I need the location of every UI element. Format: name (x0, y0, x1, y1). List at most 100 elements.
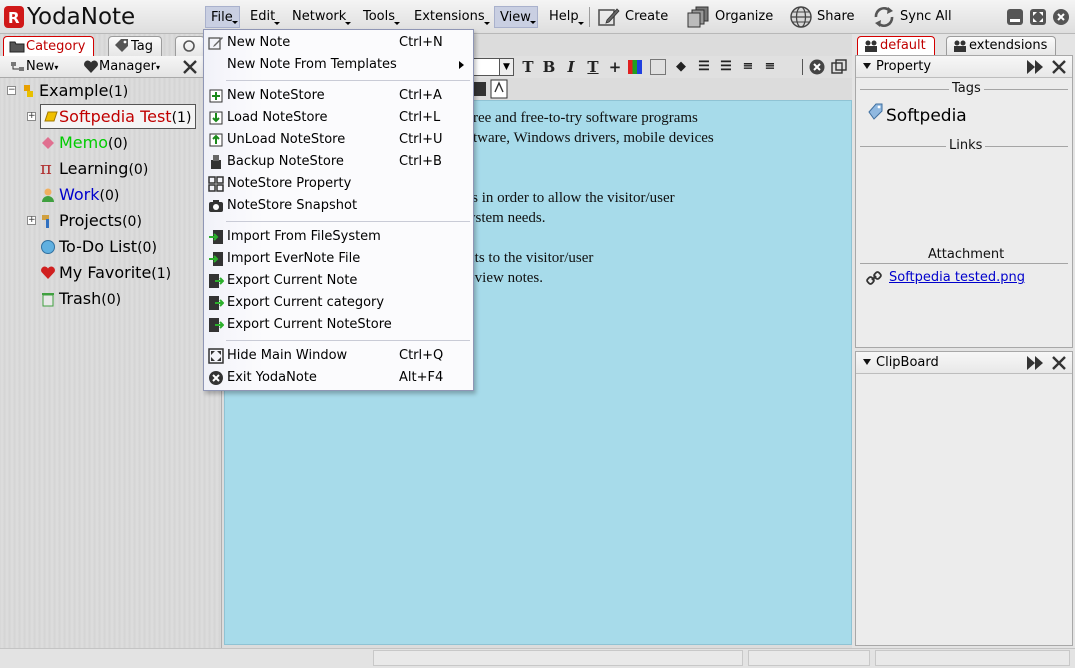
close-note-icon[interactable] (809, 59, 825, 75)
menu-item-new-notestore[interactable]: New NoteStore Ctrl+A (204, 85, 473, 107)
tree-item-projects[interactable]: Projects(0) (40, 208, 142, 234)
close-icon[interactable] (1053, 9, 1069, 25)
pdf-icon[interactable] (490, 79, 508, 99)
bold-icon[interactable]: B (540, 58, 558, 76)
font-size-select[interactable]: ▼ (472, 58, 514, 76)
folder-icon (9, 41, 25, 53)
bullet-list-icon[interactable]: ☰ (695, 58, 713, 76)
menu-file[interactable]: File (205, 6, 240, 28)
indent-icon[interactable]: ≡ (739, 58, 757, 76)
menu-item-label: Export Current Note (227, 273, 358, 288)
settings-tools-icon[interactable] (1051, 355, 1067, 371)
export-icon (209, 318, 224, 332)
tree-collapse-icon[interactable]: − (7, 86, 16, 95)
tab-search[interactable] (175, 36, 205, 56)
menu-item-export-current-category[interactable]: Export Current category (204, 292, 473, 314)
tree-item-learning[interactable]: π Learning(0) (40, 156, 148, 182)
menu-item-import-evernote-file[interactable]: Import EverNote File (204, 248, 473, 270)
menu-item-notestore-snapshot[interactable]: NoteStore Snapshot (204, 195, 473, 217)
share-button[interactable]: Share (789, 4, 855, 30)
maximize-icon[interactable] (1030, 9, 1046, 25)
create-button[interactable]: Create (597, 4, 668, 30)
menu-network[interactable]: Network (287, 6, 352, 28)
tree-item-my-favorite[interactable]: My Favorite(1) (40, 260, 171, 286)
new-category-button[interactable]: New▾ (10, 57, 58, 77)
tree-item-work[interactable]: Work(0) (40, 182, 119, 208)
italic-icon[interactable]: I (562, 58, 580, 76)
tree-item-example[interactable]: Example(1) (20, 78, 128, 104)
menu-edit[interactable]: Edit (245, 6, 281, 28)
menu-view[interactable]: View (494, 6, 538, 28)
sync-all-button[interactable]: Sync All (872, 4, 952, 30)
underline-icon[interactable]: T (584, 58, 602, 76)
tools-icon[interactable] (182, 59, 198, 75)
menu-item-import-from-filesystem[interactable]: Import From FileSystem (204, 226, 473, 248)
eraser-icon[interactable]: ◆ (672, 58, 690, 76)
menu-tools[interactable]: Tools (358, 6, 401, 28)
tree-item-todo-list[interactable]: To-Do List(0) (40, 234, 157, 260)
font-color-icon[interactable] (628, 60, 642, 74)
group-icon (865, 40, 877, 52)
menu-help[interactable]: Help (544, 6, 585, 28)
camera-icon (209, 200, 223, 212)
numbered-list-icon[interactable]: ☰ (717, 58, 735, 76)
menu-extensions[interactable]: Extensions (409, 6, 491, 28)
tag-value[interactable]: Softpedia (886, 106, 967, 126)
clipboard-header[interactable]: ClipBoard (856, 352, 1072, 374)
restore-note-icon[interactable] (831, 59, 847, 75)
menu-item-load-notestore[interactable]: Load NoteStore Ctrl+L (204, 107, 473, 129)
tree-item-softpedia-test[interactable]: Softpedia Test(1) (40, 104, 197, 129)
note-text-line: ts in order to allow the visitor/user (468, 190, 675, 206)
minimize-icon[interactable] (1007, 9, 1023, 25)
tree-count: (0) (99, 188, 120, 204)
tree-expand-icon[interactable]: + (27, 112, 36, 121)
tab-category[interactable]: Category (3, 36, 95, 56)
tag-icon (868, 103, 883, 120)
new-label: New (26, 59, 55, 74)
tree-item-trash[interactable]: Trash(0) (40, 286, 121, 312)
fast-forward-icon[interactable] (1026, 355, 1044, 371)
yodanote-logo-icon: R (4, 6, 24, 28)
menu-item-export-current-note[interactable]: Export Current Note (204, 270, 473, 292)
attachment-link[interactable]: Softpedia tested.png (889, 270, 1025, 285)
tab-tag-label: Tag (131, 39, 154, 54)
note-text-line: cts to the visitor/user (468, 250, 594, 266)
menu-item-notestore-property[interactable]: NoteStore Property (204, 173, 473, 195)
text-format-icon[interactable]: T (519, 58, 537, 76)
tree-count: (1) (171, 110, 192, 126)
tree-count: (0) (128, 162, 149, 178)
menu-shortcut: Ctrl+U (399, 132, 443, 147)
menu-item-label: UnLoad NoteStore (227, 132, 346, 147)
menu-item-backup-notestore[interactable]: Backup NoteStore Ctrl+B (204, 151, 473, 173)
clipboard-panel: ClipBoard (855, 351, 1073, 646)
menu-item-hide-main-window[interactable]: Hide Main Window Ctrl+Q (204, 345, 473, 367)
tree-label: Softpedia Test (59, 107, 172, 126)
tab-default[interactable]: default (857, 36, 935, 55)
menu-item-new-note-from-templates[interactable]: New Note From Templates (204, 54, 473, 76)
menu-item-export-current-notestore[interactable]: Export Current NoteStore (204, 314, 473, 336)
menu-item-new-note[interactable]: New Note Ctrl+N (204, 32, 473, 54)
outdent-icon[interactable]: ≡ (761, 58, 779, 76)
property-header[interactable]: Property (856, 56, 1072, 78)
organize-button[interactable]: Organize (687, 4, 773, 30)
strikethrough-icon[interactable]: + (606, 58, 624, 76)
menu-item-label: Exit YodaNote (227, 370, 317, 385)
load-store-icon (209, 111, 223, 125)
tab-extensions[interactable]: extendsions (946, 36, 1057, 55)
menu-item-label: New Note (227, 35, 291, 50)
attachment-rule (860, 263, 1068, 264)
group-icon (954, 40, 966, 52)
export-icon (209, 296, 224, 310)
highlight-icon[interactable] (650, 59, 666, 75)
tree-expand-icon[interactable]: + (27, 216, 36, 225)
menu-item-exit-yodanote[interactable]: Exit YodaNote Alt+F4 (204, 367, 473, 389)
backup-icon (211, 155, 221, 169)
tab-tag[interactable]: Tag (108, 36, 163, 56)
manager-button[interactable]: Manager▾ (83, 57, 160, 77)
tree-item-memo[interactable]: Memo(0) (40, 130, 128, 156)
menu-item-unload-notestore[interactable]: UnLoad NoteStore Ctrl+U (204, 129, 473, 151)
menu-item-label: Hide Main Window (227, 348, 348, 363)
fast-forward-icon[interactable] (1026, 59, 1044, 75)
settings-tools-icon[interactable] (1051, 59, 1067, 75)
clipboard-title: ClipBoard (876, 355, 939, 370)
